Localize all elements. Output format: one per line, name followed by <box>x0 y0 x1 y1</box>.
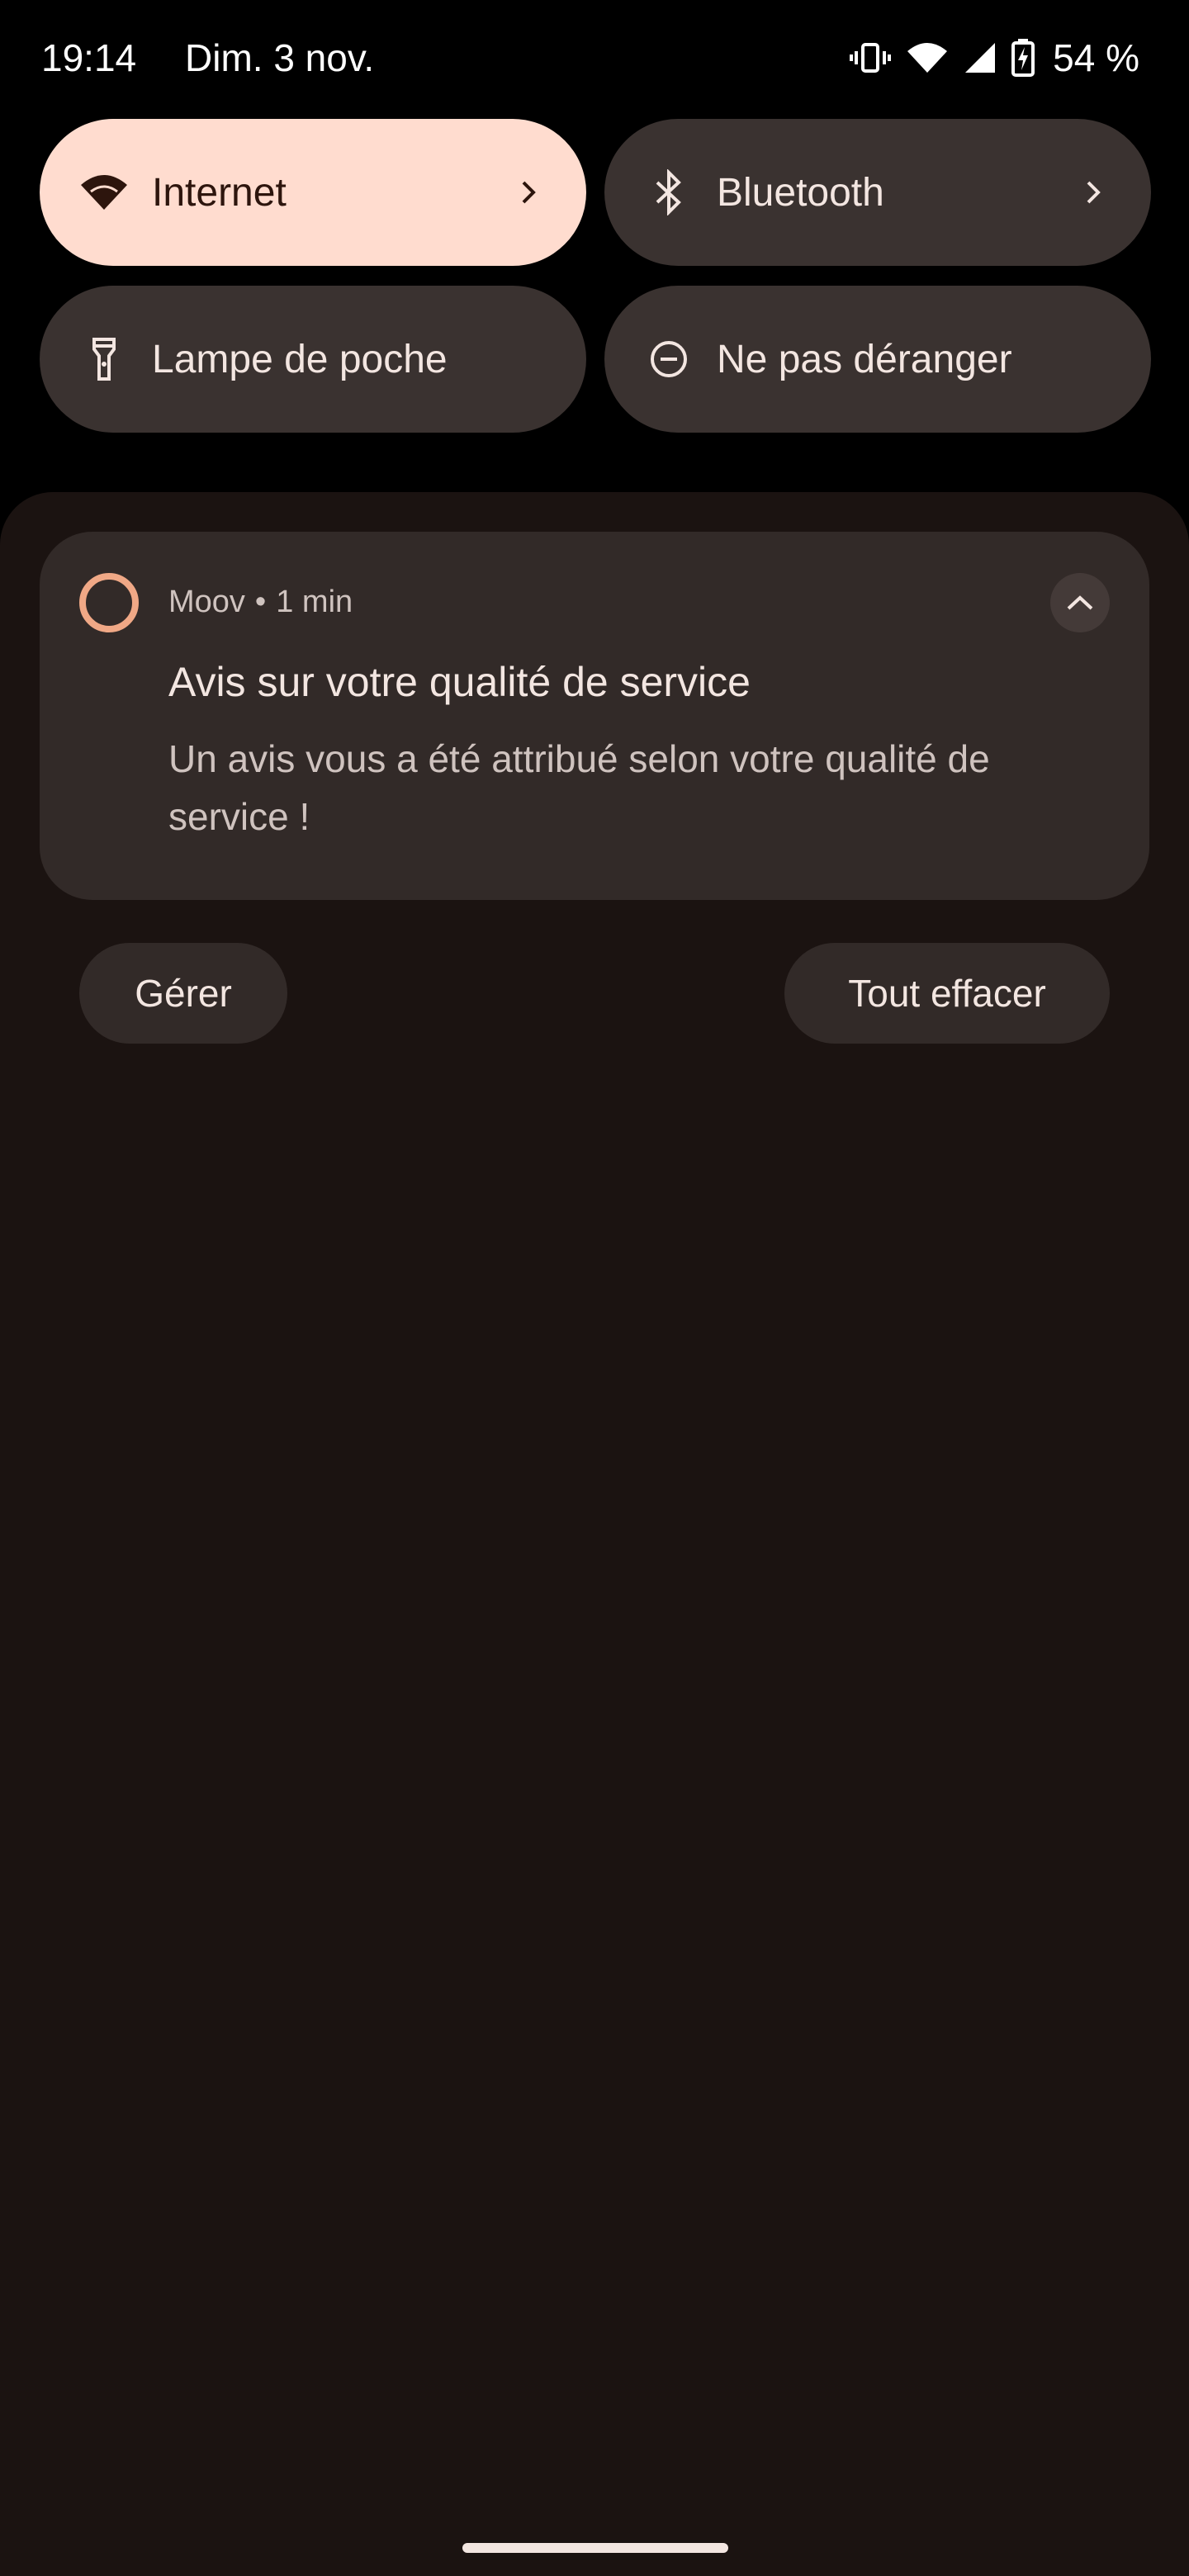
cellular-signal-icon <box>964 41 997 74</box>
notification-title: Avis sur votre qualité de service <box>168 659 751 705</box>
tile-bluetooth[interactable]: Bluetooth <box>604 119 1151 266</box>
notification-time: 1 min <box>276 585 353 619</box>
app-icon <box>79 573 139 632</box>
status-icons: 54 % <box>850 35 1139 81</box>
tile-label: Lampe de poche <box>152 337 448 381</box>
chevron-up-icon <box>1067 595 1093 610</box>
status-time: 19:14 <box>41 36 137 79</box>
wifi-icon <box>79 168 129 217</box>
notification-header: Moov • 1 min <box>168 578 353 626</box>
wifi-icon <box>906 41 949 74</box>
tile-internet[interactable]: Internet <box>40 119 586 266</box>
status-date: Dim. 3 nov. <box>185 36 375 79</box>
tile-flashlight[interactable]: Lampe de poche <box>40 286 586 433</box>
tile-label: Ne pas déranger <box>717 337 1012 381</box>
notification-card[interactable]: Moov • 1 min Avis sur votre qualité de s… <box>40 532 1149 900</box>
tile-label: Internet <box>152 170 287 215</box>
collapse-button[interactable] <box>1050 573 1110 632</box>
flashlight-icon <box>79 334 129 384</box>
notification-separator: • <box>254 585 267 619</box>
home-indicator[interactable] <box>462 2543 728 2553</box>
vibrate-icon <box>850 41 892 74</box>
chevron-right-icon <box>512 176 545 209</box>
chevron-right-icon <box>1077 176 1110 209</box>
battery-charging-icon <box>1011 39 1035 77</box>
battery-percent: 54 % <box>1053 36 1139 79</box>
manage-button[interactable]: Gérer <box>79 943 287 1044</box>
do-not-disturb-icon <box>644 334 694 384</box>
bluetooth-icon <box>644 168 694 217</box>
notification-app-name: Moov <box>168 585 245 619</box>
clear-all-button[interactable]: Tout effacer <box>784 943 1110 1044</box>
status-bar: 19:14 Dim. 3 nov. 54 % <box>0 0 1189 116</box>
tile-do-not-disturb[interactable]: Ne pas déranger <box>604 286 1151 433</box>
tile-label: Bluetooth <box>717 170 884 215</box>
notification-body: Un avis vous a été attribué selon votre … <box>168 737 990 838</box>
